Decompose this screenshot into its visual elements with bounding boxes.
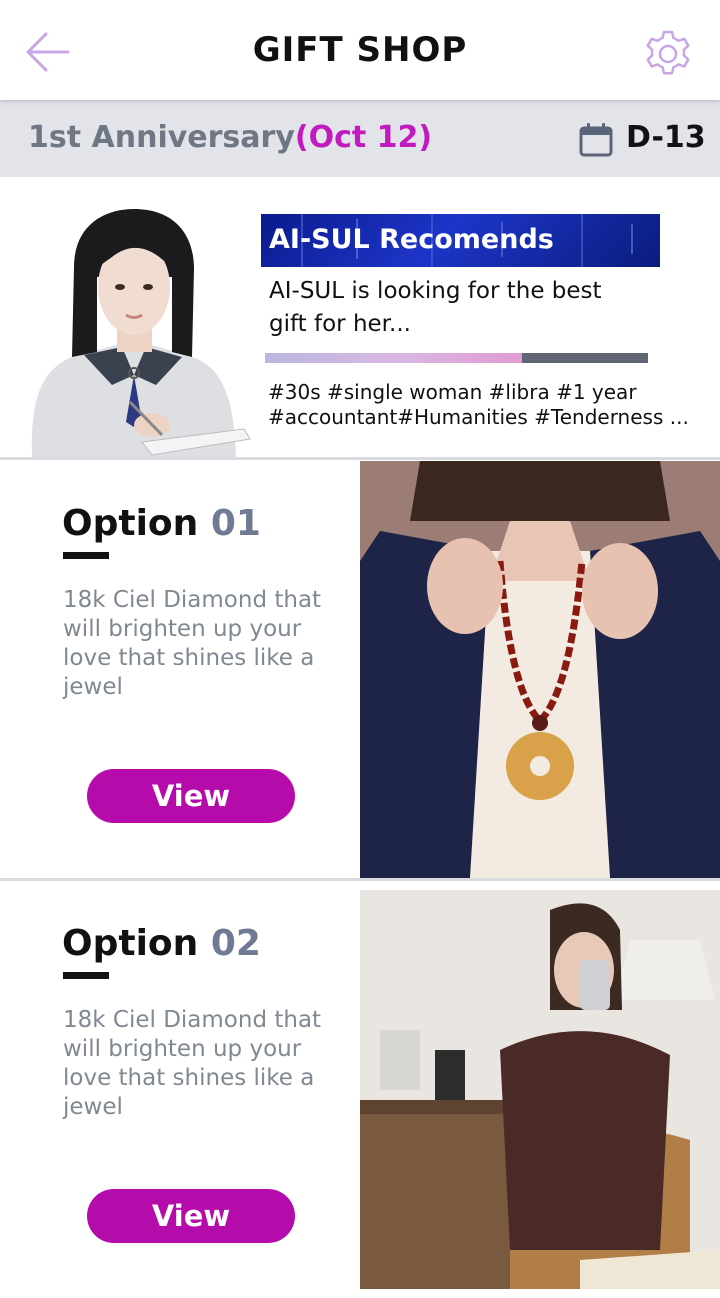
option-description: 18k Ciel Diamond that will brighten up y… [63,587,322,700]
ai-assistant-avatar [31,209,251,457]
option-heading: Option 02 [62,923,261,964]
option-description: 18k Ciel Diamond that will brighten up y… [63,1007,322,1120]
d-day-counter: D-13 [626,120,706,155]
recommendation-progress-bar [265,353,648,363]
lifestyle-product-photo[interactable] [360,881,720,1298]
recommendation-banner: AI-SUL Recomends [261,214,660,267]
recommendation-title: AI-SUL Recomends [269,224,554,255]
progress-fill [265,353,522,363]
option-label: Option [62,923,199,964]
recommendation-tags: #30s #single woman #libra #1 year #accou… [268,380,689,429]
recommendation-section: AI-SUL Recomends AI-SUL is looking for t… [0,177,720,460]
page-title: GIFT SHOP [252,30,468,70]
anniversary-label: 1st Anniversary [28,120,295,155]
option-number: 01 [210,503,261,544]
option-underline [63,552,109,559]
option-card-2: Option 02 18k Ciel Diamond that will bri… [0,881,720,1298]
anniversary-date: (Oct 12) [294,120,433,155]
necklace-product-photo[interactable] [360,461,720,878]
anniversary-bar: 1st Anniversary(Oct 12) D-13 [0,100,720,177]
calendar-icon [579,123,613,157]
view-button-option-1[interactable]: View [87,769,295,823]
anniversary-title: 1st Anniversary(Oct 12) [28,120,432,155]
view-button-option-2[interactable]: View [87,1189,295,1243]
option-underline [63,972,109,979]
gear-icon[interactable] [640,24,696,80]
recommendation-text: AI-SUL is looking for the best gift for … [269,278,602,337]
option-card-1: Option 01 18k Ciel Diamond that will bri… [0,461,720,881]
option-heading: Option 01 [62,503,261,544]
option-number: 02 [210,923,261,964]
app-header: GIFT SHOP [0,0,720,100]
option-label: Option [62,503,199,544]
